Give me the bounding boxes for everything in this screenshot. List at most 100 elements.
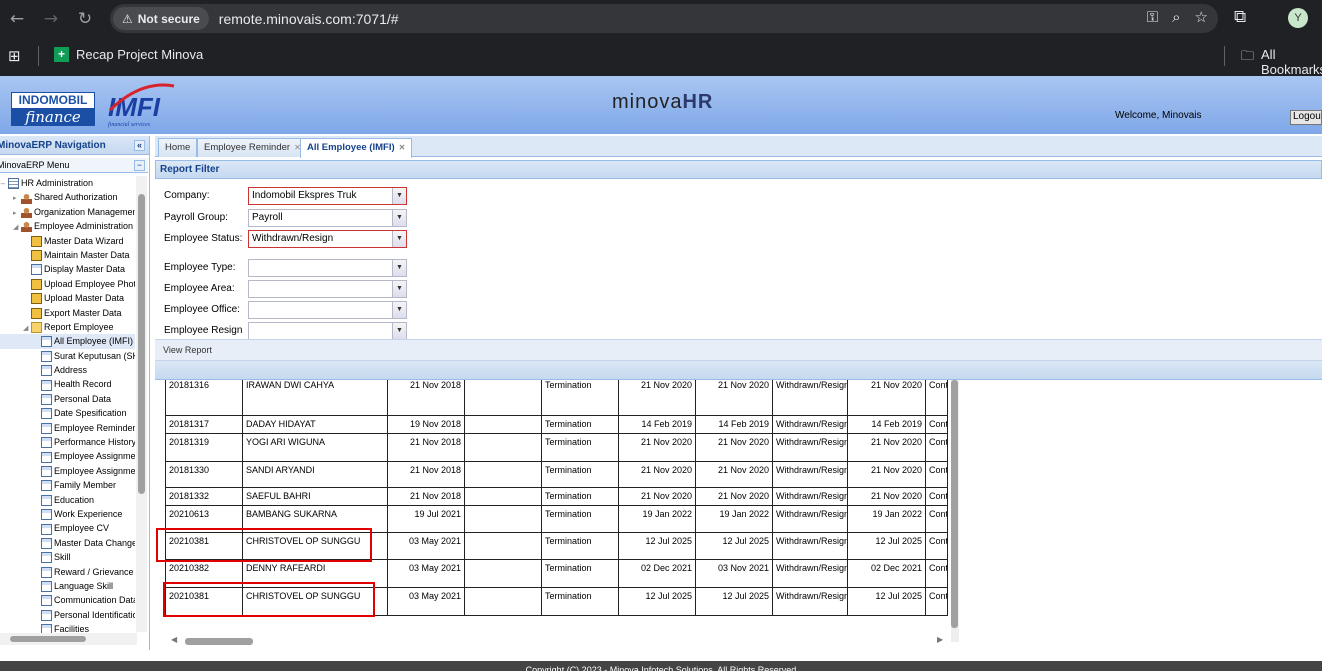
view-report-button[interactable]: View Report [155,339,1322,361]
report-icon [41,595,52,607]
table-row[interactable]: 20181316 IRAWAN DWI CAHYA 21 Nov 2018 Termi… [165,380,948,416]
sidebar-item[interactable]: Work Experience [0,507,135,521]
sidebar-hscrollbar[interactable] [0,633,137,645]
filter-select[interactable]: ▼ [248,322,407,340]
sidebar-scrollbar[interactable] [136,176,147,632]
sidebar-item[interactable]: Master Data Change [0,536,135,550]
sidebar-item[interactable]: Education [0,493,135,507]
sidebar-item[interactable]: ▸ Organization Management [0,205,135,219]
sidebar-item[interactable]: ◢ Report Employee [0,320,135,334]
sidebar-item[interactable]: Personal Identification [0,608,135,622]
key-icon[interactable]: ⚿ [1147,8,1158,26]
expand-icon[interactable]: ◢ [23,321,31,335]
reload-icon[interactable]: ↻ [68,9,102,29]
chevron-down-icon[interactable]: ▼ [392,323,406,339]
sidebar-item-label: Export Master Data [44,307,122,318]
sidebar-item[interactable]: Employee CV [0,521,135,535]
sidebar-item[interactable]: ◢ Employee Administration [0,219,135,233]
bookmark-item[interactable]: + Recap Project Minova [54,47,203,62]
sidebar-item[interactable]: Upload Master Data [0,291,135,305]
scroll-thumb[interactable] [185,638,253,645]
table-row[interactable]: 20181317 DADAY HIDAYAT 19 Nov 2018 Terminat… [165,415,948,434]
minimize-icon[interactable]: − [134,160,145,171]
svg-text:IMFI: IMFI [108,92,161,122]
sidebar-item[interactable]: Display Master Data [0,262,135,276]
collapse-icon[interactable]: « [134,140,145,151]
sidebar-item[interactable]: Family Member [0,478,135,492]
scroll-thumb[interactable] [10,636,86,642]
sidebar-item-label: Report Employee [44,321,114,332]
chevron-down-icon[interactable]: ▼ [392,260,406,276]
sidebar-item[interactable]: Reward / Grievance [0,565,135,579]
minova-hr-brand: minovaHR [612,91,713,114]
grid-vscrollbar[interactable] [951,380,959,642]
filter-select[interactable]: ▼ [248,280,407,298]
report-icon [41,451,52,463]
report-icon [41,350,52,362]
sidebar-item[interactable]: Language Skill [0,579,135,593]
filter-select[interactable]: ▼ [248,301,407,319]
tab-all-employee[interactable]: All Employee (IMFI) ✕ [300,138,413,158]
sidebar-item[interactable]: Date Spesification [0,406,135,420]
chevron-down-icon[interactable]: ▼ [392,281,406,297]
sidebar-item[interactable]: Surat Keputusan (SK) [0,349,135,363]
sidebar-item[interactable]: Employee Assignment [0,449,135,463]
chevron-down-icon[interactable]: ▼ [392,210,406,226]
tab-home[interactable]: Home [158,138,198,157]
tab-employee-reminder[interactable]: Employee Reminder ✕ [197,138,308,157]
expand-icon[interactable]: ▸ [13,191,21,205]
apps-grid-icon[interactable]: ⊞ [8,47,21,65]
zoom-icon[interactable]: ⌕ [1172,8,1180,26]
scroll-thumb[interactable] [138,194,145,494]
sidebar-item[interactable]: Address [0,363,135,377]
close-icon[interactable]: ✕ [399,143,406,152]
filter-select[interactable]: Indomobil Ekspres Truk ▼ [248,187,407,205]
address-bar[interactable]: ⚠ Not secure remote.minovais.com:7071/# … [110,4,1218,33]
sidebar-item-label: HR Administration [21,178,94,188]
table-row[interactable]: 20181319 YOGI ARI WIGUNA 21 Nov 2018 Termin… [165,433,948,462]
sidebar-item[interactable]: ▸ Shared Authorization [0,190,135,204]
sidebar-item[interactable]: Skill [0,550,135,564]
all-bookmarks[interactable]: 🗀 All Bookmarks [1241,47,1322,77]
sidebar-item[interactable]: Export Master Data [0,306,135,320]
table-cell: Cont [925,487,948,506]
expand-icon[interactable]: − [0,177,8,191]
filter-select[interactable]: Payroll ▼ [248,209,407,227]
forward-icon[interactable]: → [34,9,68,29]
url-text[interactable]: remote.minovais.com:7071/# [219,11,399,27]
sidebar-item[interactable]: Personal Data [0,392,135,406]
sidebar-item[interactable]: Master Data Wizard [0,234,135,248]
sidebar-item[interactable]: Communication Data [0,593,135,607]
scroll-right-icon[interactable]: ▶ [937,635,943,644]
table-cell: Termination [541,380,619,416]
table-cell: 20181317 [165,415,243,434]
logout-button[interactable]: Logout [1290,110,1322,125]
sidebar-item[interactable]: Performance History [0,435,135,449]
divider [38,46,39,66]
scroll-thumb[interactable] [951,380,958,628]
sidebar-item[interactable]: Health Record [0,377,135,391]
back-icon[interactable]: ← [0,9,34,29]
expand-icon[interactable]: ▸ [13,206,21,220]
filter-select[interactable]: ▼ [248,259,407,277]
security-chip[interactable]: ⚠ Not secure [113,7,209,30]
sidebar-item[interactable]: Employee Reminder [0,421,135,435]
sidebar-item[interactable]: − HR Administration [0,176,135,190]
table-row[interactable]: 20181330 SANDI ARYANDI 21 Nov 2018 Terminat… [165,461,948,488]
scroll-left-icon[interactable]: ◀ [171,635,177,644]
chevron-down-icon[interactable]: ▼ [392,302,406,318]
imfi-logo: IMFI financial services [106,82,176,131]
sidebar-item[interactable]: Upload Employee Photo [0,277,135,291]
extensions-icon[interactable]: ⧉ [1234,7,1246,27]
table-row[interactable]: 20181332 SAEFUL BAHRI 21 Nov 2018 Terminati… [165,487,948,506]
chevron-down-icon[interactable]: ▼ [392,188,406,204]
sidebar-item[interactable]: Maintain Master Data [0,248,135,262]
profile-avatar[interactable]: Y [1288,8,1308,28]
star-icon[interactable]: ☆ [1195,8,1208,26]
chevron-down-icon[interactable]: ▼ [392,231,406,247]
sidebar-item[interactable]: Employee Assignment [0,464,135,478]
sidebar-item[interactable]: All Employee (IMFI) [0,334,135,349]
filter-select[interactable]: Withdrawn/Resign ▼ [248,230,407,248]
expand-icon[interactable]: ◢ [13,220,21,234]
grid-hscrollbar[interactable]: ◀ ▶ [165,635,955,647]
